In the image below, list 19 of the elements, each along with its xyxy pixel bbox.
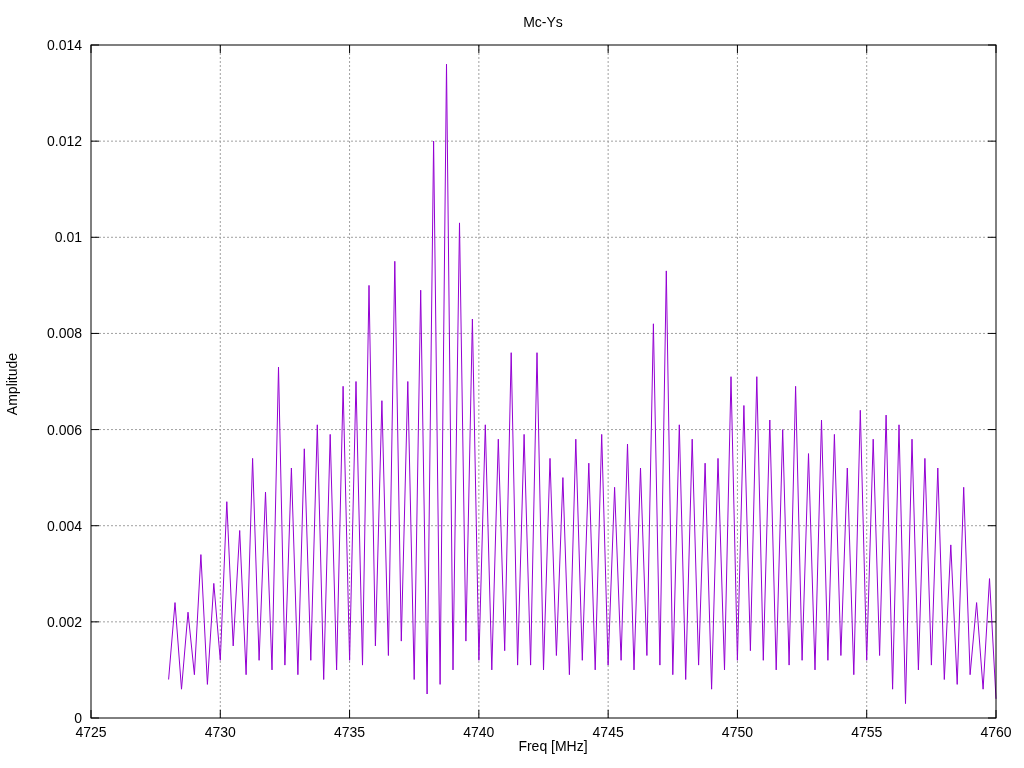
chart-title: Mc-Ys [523, 14, 563, 30]
x-tick-label: 4755 [851, 724, 883, 738]
x-tick-label: 4750 [721, 724, 753, 738]
x-tick-label: 4760 [980, 724, 1012, 738]
x-tick-label: 4735 [334, 724, 366, 738]
y-tick-label: 0.014 [46, 37, 82, 53]
y-tick-label: 0.006 [46, 421, 82, 438]
y-tick-label: 0.008 [46, 325, 82, 342]
x-axis-label: Freq [MHz] [518, 738, 588, 754]
x-tick-label: 4725 [75, 724, 107, 738]
y-axis-label: Amplitude [4, 352, 20, 416]
x-tick-label: 4730 [204, 724, 236, 738]
x-tick-label: 4740 [463, 724, 495, 738]
x-tick-label: 4745 [592, 724, 624, 738]
y-tick-label: 0.004 [46, 517, 82, 534]
y-tick-label: 0.002 [46, 613, 82, 630]
y-tick-label: 0.012 [46, 133, 82, 150]
y-tick-label: 0 [74, 710, 82, 726]
y-tick-label: 0.01 [54, 229, 82, 246]
